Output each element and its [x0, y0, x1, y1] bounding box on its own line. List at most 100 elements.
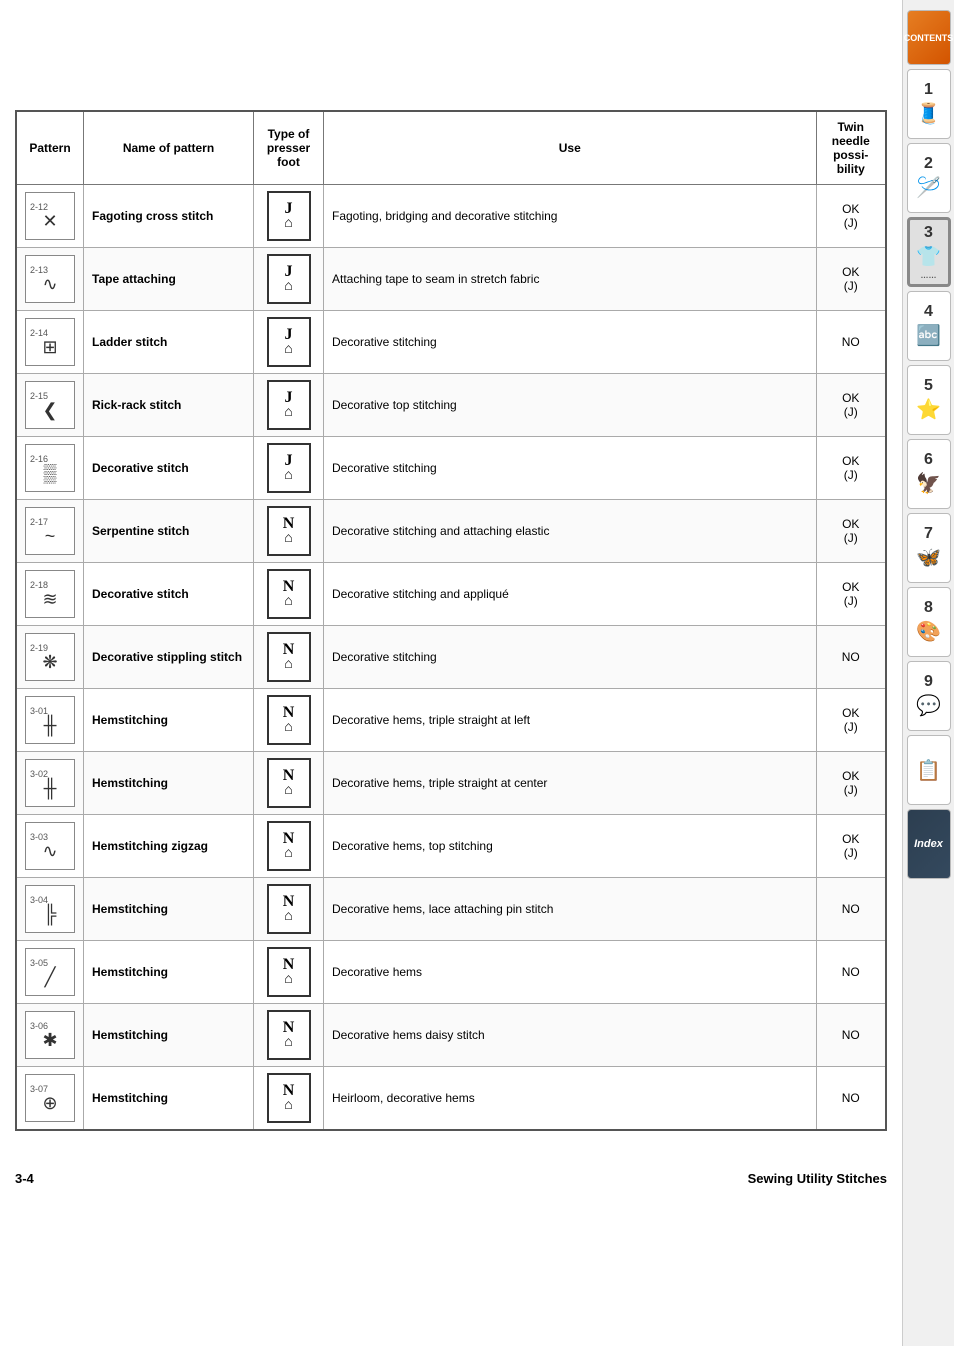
header-pattern: Pattern [16, 111, 84, 185]
sidebar-tab-5[interactable]: 5 ⭐ [907, 365, 951, 435]
name-cell-7: Decorative stippling stitch [84, 626, 254, 689]
name-cell-14: Hemstitching [84, 1067, 254, 1131]
twin-cell-7: NO [816, 626, 886, 689]
use-cell-4: Decorative stitching [324, 437, 817, 500]
foot-cell-12: N⌂ [254, 941, 324, 1004]
pattern-cell-0: 2-12✕ [16, 185, 84, 248]
sidebar-tab-2[interactable]: 2 🪡 [907, 143, 951, 213]
top-area [15, 10, 887, 110]
tab-4-icon: 🔤 [916, 323, 941, 348]
pattern-cell-9: 3-02╫ [16, 752, 84, 815]
use-cell-9: Decorative hems, triple straight at cent… [324, 752, 817, 815]
twin-cell-14: NO [816, 1067, 886, 1131]
sidebar-tab-9[interactable]: 9 💬 [907, 661, 951, 731]
pattern-cell-7: 2-19❋ [16, 626, 84, 689]
tab-3-number: 3 [924, 224, 933, 242]
tab-5-number: 5 [924, 377, 933, 395]
use-cell-2: Decorative stitching [324, 311, 817, 374]
twin-cell-4: OK(J) [816, 437, 886, 500]
twin-cell-12: NO [816, 941, 886, 1004]
table-row: 3-01╫HemstitchingN⌂Decorative hems, trip… [16, 689, 886, 752]
tab-1-icon: 🧵 [916, 101, 941, 126]
table-row: 3-06✱HemstitchingN⌂Decorative hems daisy… [16, 1004, 886, 1067]
tab-9-icon: 💬 [916, 693, 941, 718]
sidebar-tab-contents[interactable]: CONTENTS [907, 10, 951, 65]
main-content: Pattern Name of pattern Type of presser … [0, 0, 902, 1161]
tab-5-icon: ⭐ [916, 397, 941, 422]
pattern-cell-11: 3-04╠ [16, 878, 84, 941]
table-row: 3-03∿Hemstitching zigzagN⌂Decorative hem… [16, 815, 886, 878]
sidebar-tab-index[interactable]: Index [907, 809, 951, 879]
twin-cell-3: OK(J) [816, 374, 886, 437]
sidebar-tab-7[interactable]: 7 🦋 [907, 513, 951, 583]
sidebar-tab-6[interactable]: 6 🦅 [907, 439, 951, 509]
tab-7-icon: 🦋 [916, 545, 941, 570]
sidebar-tab-1[interactable]: 1 🧵 [907, 69, 951, 139]
name-cell-11: Hemstitching [84, 878, 254, 941]
header-twin: Twinneedlepossi-bility [816, 111, 886, 185]
pattern-cell-2: 2-14⊞ [16, 311, 84, 374]
tab-10-icon: 📋 [916, 758, 941, 783]
table-row: 2-19❋Decorative stippling stitchN⌂Decora… [16, 626, 886, 689]
sidebar-tab-8[interactable]: 8 🎨 [907, 587, 951, 657]
foot-cell-11: N⌂ [254, 878, 324, 941]
table-row: 3-07⊕HemstitchingN⌂Heirloom, decorative … [16, 1067, 886, 1131]
use-cell-8: Decorative hems, triple straight at left [324, 689, 817, 752]
footer-page: 3-4 [15, 1171, 34, 1186]
use-cell-1: Attaching tape to seam in stretch fabric [324, 248, 817, 311]
twin-cell-5: OK(J) [816, 500, 886, 563]
use-cell-7: Decorative stitching [324, 626, 817, 689]
name-cell-13: Hemstitching [84, 1004, 254, 1067]
tab-4-number: 4 [924, 303, 933, 321]
use-cell-6: Decorative stitching and appliqué [324, 563, 817, 626]
pattern-cell-5: 2-17~ [16, 500, 84, 563]
tab-2-icon: 🪡 [916, 175, 941, 200]
sidebar-tab-10[interactable]: 📋 [907, 735, 951, 805]
name-cell-0: Fagoting cross stitch [84, 185, 254, 248]
use-cell-3: Decorative top stitching [324, 374, 817, 437]
foot-cell-7: N⌂ [254, 626, 324, 689]
foot-cell-13: N⌂ [254, 1004, 324, 1067]
table-row: 2-18≋Decorative stitchN⌂Decorative stitc… [16, 563, 886, 626]
header-foot: Type of presser foot [254, 111, 324, 185]
footer-title: Sewing Utility Stitches [748, 1171, 887, 1186]
twin-cell-13: NO [816, 1004, 886, 1067]
footer: 3-4 Sewing Utility Stitches [0, 1161, 902, 1191]
foot-cell-0: J⌂ [254, 185, 324, 248]
twin-cell-1: OK(J) [816, 248, 886, 311]
tab-8-icon: 🎨 [916, 619, 941, 644]
use-cell-12: Decorative hems [324, 941, 817, 1004]
twin-cell-8: OK(J) [816, 689, 886, 752]
name-cell-6: Decorative stitch [84, 563, 254, 626]
name-cell-4: Decorative stitch [84, 437, 254, 500]
foot-cell-4: J⌂ [254, 437, 324, 500]
name-cell-3: Rick-rack stitch [84, 374, 254, 437]
sidebar-tab-4[interactable]: 4 🔤 [907, 291, 951, 361]
table-row: 3-04╠HemstitchingN⌂Decorative hems, lace… [16, 878, 886, 941]
name-cell-12: Hemstitching [84, 941, 254, 1004]
use-cell-5: Decorative stitching and attaching elast… [324, 500, 817, 563]
twin-cell-6: OK(J) [816, 563, 886, 626]
foot-cell-10: N⌂ [254, 815, 324, 878]
use-cell-14: Heirloom, decorative hems [324, 1067, 817, 1131]
name-cell-5: Serpentine stitch [84, 500, 254, 563]
twin-cell-11: NO [816, 878, 886, 941]
right-sidebar: CONTENTS 1 🧵 2 🪡 3 👕 …… 4 🔤 5 ⭐ 6 🦅 7 🦋 … [902, 0, 954, 1346]
twin-cell-9: OK(J) [816, 752, 886, 815]
pattern-cell-8: 3-01╫ [16, 689, 84, 752]
pattern-cell-10: 3-03∿ [16, 815, 84, 878]
tab-6-icon: 🦅 [916, 471, 941, 496]
table-row: 2-12✕Fagoting cross stitchJ⌂Fagoting, br… [16, 185, 886, 248]
sidebar-tab-3[interactable]: 3 👕 …… [907, 217, 951, 287]
table-row: 2-13∿Tape attachingJ⌂Attaching tape to s… [16, 248, 886, 311]
pattern-cell-12: 3-05╱ [16, 941, 84, 1004]
name-cell-8: Hemstitching [84, 689, 254, 752]
pattern-cell-14: 3-07⊕ [16, 1067, 84, 1131]
foot-cell-9: N⌂ [254, 752, 324, 815]
foot-cell-14: N⌂ [254, 1067, 324, 1131]
header-use: Use [324, 111, 817, 185]
twin-cell-0: OK(J) [816, 185, 886, 248]
contents-label: CONTENTS [904, 33, 954, 43]
index-label: Index [914, 838, 943, 850]
header-name: Name of pattern [84, 111, 254, 185]
